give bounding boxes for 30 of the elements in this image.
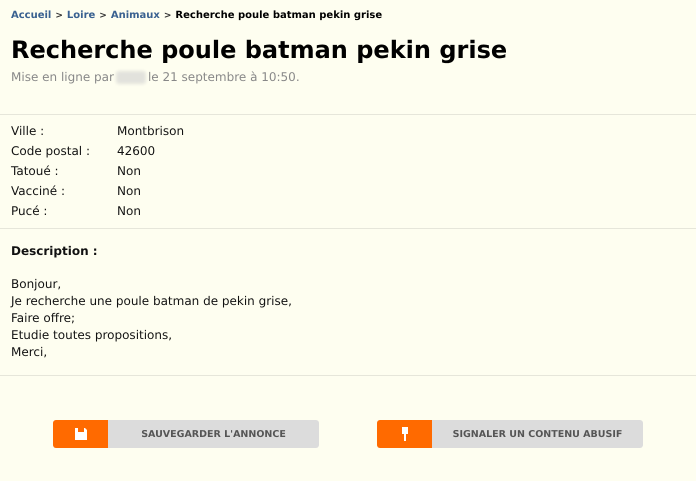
description-heading: Description : [11, 243, 99, 260]
breadcrumb-separator: > [55, 10, 63, 20]
breadcrumb-separator: > [164, 10, 172, 20]
detail-label: Pucé : [11, 203, 48, 219]
detail-value: Montbrison [117, 123, 186, 139]
save-ad-button[interactable]: SAUVEGARDER L'ANNONCE [53, 420, 319, 448]
description-line: Etudie toutes propositions, [11, 327, 174, 344]
report-button[interactable]: SIGNALER UN CONTENU ABUSIF [377, 420, 643, 448]
breadcrumb-link[interactable]: Accueil [11, 10, 52, 21]
posted-date-text: le 21 septembre à 10:50. [148, 70, 300, 84]
posted-by-text: Mise en ligne par [11, 70, 114, 84]
description-line: Je recherche une poule batman de pekin grise, [11, 293, 293, 310]
breadcrumb-current: Recherche poule batman pekin grise [175, 10, 382, 21]
detail-label: Vacciné : [11, 183, 66, 199]
ad-title: Recherche poule batman pekin grise [11, 35, 508, 66]
description-line: Merci, [11, 344, 48, 361]
description-line: Bonjour, [11, 276, 62, 293]
detail-value: Non [117, 163, 142, 179]
blurred-name [116, 70, 146, 84]
pushpin-icon [400, 426, 410, 442]
detail-value: Non [117, 203, 142, 219]
description-line: Faire offre; [11, 310, 76, 327]
detail-label: Code postal : [11, 143, 91, 159]
detail-value: 42600 [117, 143, 156, 159]
breadcrumb-link[interactable]: Loire [66, 10, 96, 21]
detail-label: Ville : [11, 123, 46, 139]
detail-value: Non [117, 183, 142, 199]
breadcrumb-link[interactable]: Animaux [110, 10, 160, 21]
breadcrumb-separator: > [99, 10, 107, 20]
detail-label: Tatoué : [11, 163, 60, 179]
